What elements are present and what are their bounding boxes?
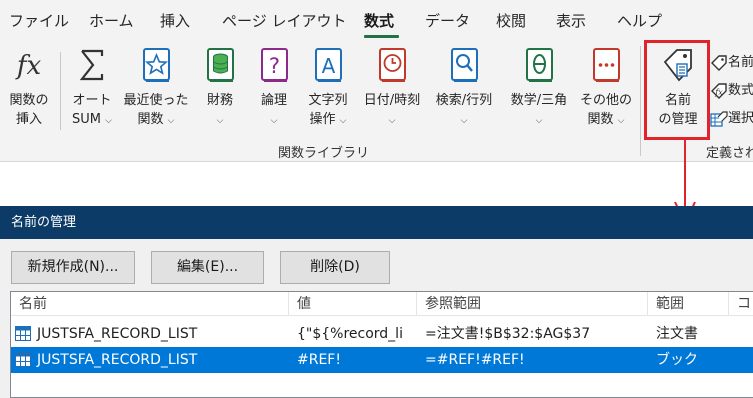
tab-page-layout[interactable]: ページ レイアウト xyxy=(222,10,346,31)
logical-label: 論理 xyxy=(260,93,287,108)
svg-text:fx: fx xyxy=(15,51,42,81)
cell-name: JUSTSFA_RECORD_LIST xyxy=(37,352,198,368)
chevron-down-icon: ⌵ xyxy=(339,116,347,126)
text-functions-label-2: 操作 xyxy=(309,112,336,127)
dialog-title-bar: 名前の管理 xyxy=(0,206,753,239)
ribbon: ファイル ホーム 挿入 ページ レイアウト 数式 データ 校閲 表示 ヘルプ f… xyxy=(0,0,753,162)
question-book-icon: ? xyxy=(257,46,291,84)
column-header-scope[interactable]: 範囲 xyxy=(648,292,729,316)
financial-book-icon xyxy=(203,46,237,84)
cell-refers-to: =注文書!$B$32:$AG$37 xyxy=(425,326,591,342)
group-label-defined-names: 定義され xyxy=(706,146,753,161)
cell-scope: 注文書 xyxy=(656,326,698,342)
table-row-selected[interactable]: JUSTSFA_RECORD_LIST #REF! =#REF!#REF! ブッ… xyxy=(11,347,753,373)
autosum-label-1: オート xyxy=(72,93,112,108)
chevron-down-icon: ⌵ xyxy=(388,116,396,126)
annotation-highlight-box xyxy=(644,40,710,140)
tab-review[interactable]: 校閲 xyxy=(496,10,526,31)
more-functions-label-2: 関数 xyxy=(587,112,614,127)
column-header-value[interactable]: 値 xyxy=(289,292,417,316)
chevron-down-icon: ⌵ xyxy=(167,116,175,126)
list-header: 名前 値 参照範囲 範囲 コ xyxy=(11,292,753,316)
define-name-label: 名前 xyxy=(728,55,753,70)
datetime-label: 日付/時刻 xyxy=(363,93,421,108)
tab-formulas[interactable]: 数式 xyxy=(364,10,394,31)
chevron-down-icon: ⌵ xyxy=(270,116,278,126)
cell-value: {"${%record_li xyxy=(297,326,403,342)
theta-book-icon xyxy=(522,46,556,84)
text-functions-label-1: 文字列 xyxy=(308,93,348,108)
table-row[interactable]: JUSTSFA_RECORD_LIST {"${%record_li =注文書!… xyxy=(11,321,753,347)
text-book-icon: A xyxy=(311,46,345,84)
recently-used-label-1: 最近使った xyxy=(123,93,189,108)
magnifier-book-icon xyxy=(447,46,481,84)
tab-help[interactable]: ヘルプ xyxy=(617,10,662,31)
sigma-icon xyxy=(75,46,109,84)
grid-tag-icon xyxy=(710,110,728,128)
separator xyxy=(60,52,61,130)
fx-tag-icon: fx xyxy=(710,82,728,100)
tag-icon xyxy=(710,54,728,72)
svg-text:fx: fx xyxy=(714,88,723,97)
group-label-function-library: 関数ライブラリ xyxy=(278,146,370,161)
create-from-selection-label: 選択 xyxy=(728,111,753,126)
chevron-down-icon: ⌵ xyxy=(460,116,468,126)
new-name-button[interactable]: 新規作成(N)... xyxy=(11,251,135,284)
column-header-refers-to[interactable]: 参照範囲 xyxy=(417,292,648,316)
column-header-comment[interactable]: コ xyxy=(729,292,753,316)
star-book-icon xyxy=(139,46,173,84)
tab-insert[interactable]: 挿入 xyxy=(160,10,190,31)
edit-name-button[interactable]: 編集(E)... xyxy=(151,251,264,284)
chevron-down-icon: ⌵ xyxy=(535,116,543,126)
use-in-formula-item[interactable]: fx 数式 xyxy=(710,79,753,101)
column-header-name[interactable]: 名前 xyxy=(11,292,289,316)
names-list[interactable]: 名前 値 参照範囲 範囲 コ JUSTSFA_RECORD_LIST {"${%… xyxy=(10,291,753,398)
financial-label: 財務 xyxy=(206,93,233,108)
tab-file[interactable]: ファイル xyxy=(9,10,69,31)
fx-icon: fx xyxy=(12,46,46,84)
lookup-label: 検索/行列 xyxy=(435,93,493,108)
delete-name-button[interactable]: 削除(D) xyxy=(280,251,390,284)
recently-used-label-2: 関数 xyxy=(137,112,164,127)
chevron-down-icon: ⌵ xyxy=(216,116,224,126)
tab-data[interactable]: データ xyxy=(425,10,470,31)
separator xyxy=(640,46,641,156)
math-trig-label: 数学/三角 xyxy=(510,93,568,108)
more-functions-label-1: その他の xyxy=(579,93,632,108)
cell-name: JUSTSFA_RECORD_LIST xyxy=(37,326,198,342)
ribbon-tabs: ファイル ホーム 挿入 ページ レイアウト 数式 データ 校閲 表示 ヘルプ xyxy=(0,0,753,40)
tab-home[interactable]: ホーム xyxy=(89,10,134,31)
svg-text:?: ? xyxy=(269,54,280,78)
define-name-item[interactable]: 名前 xyxy=(710,51,753,73)
create-from-selection-item[interactable]: 選択 xyxy=(710,107,753,129)
active-tab-indicator xyxy=(364,35,399,38)
tab-view[interactable]: 表示 xyxy=(556,10,586,31)
chevron-down-icon: ⌵ xyxy=(617,116,625,126)
insert-function-label-2: 挿入 xyxy=(15,112,42,127)
ellipsis-book-icon xyxy=(589,46,623,84)
svg-text:A: A xyxy=(322,54,336,78)
cell-refers-to: =#REF!#REF! xyxy=(425,352,525,368)
clock-book-icon xyxy=(375,46,409,84)
autosum-label-2: SUM xyxy=(72,112,101,127)
chevron-down-icon: ⌵ xyxy=(105,116,112,126)
insert-function-label-1: 関数の xyxy=(9,93,49,108)
use-in-formula-label: 数式 xyxy=(728,83,753,98)
cell-value: #REF! xyxy=(297,352,341,368)
cell-scope: ブック xyxy=(656,352,698,368)
